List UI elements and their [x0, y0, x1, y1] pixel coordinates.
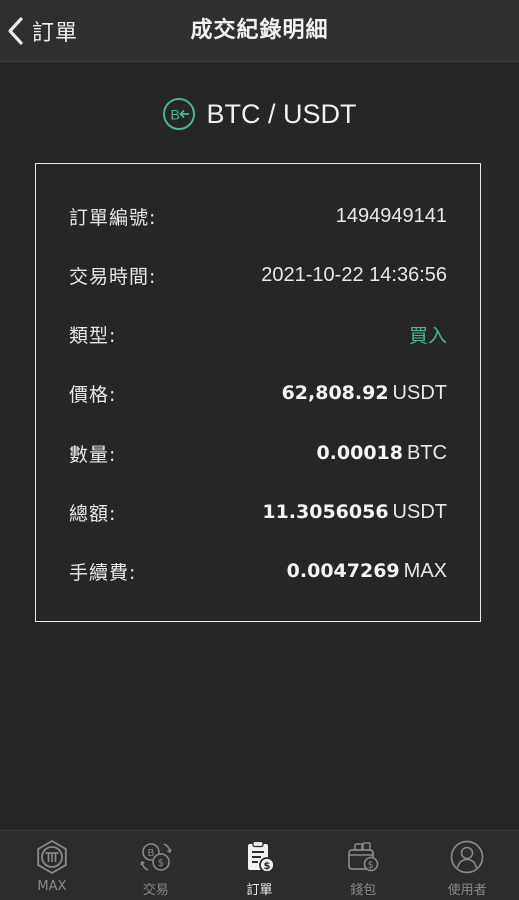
svg-text:B: B: [171, 107, 180, 123]
tab-label: 訂單: [246, 883, 273, 898]
chevron-left-icon: [8, 17, 23, 45]
price-value: 62,808.92 USDT: [282, 382, 447, 405]
bottom-tab-bar: MAX B $ 交易 $ 訂單 $ 錢包 使用者: [0, 830, 519, 900]
detail-row-type: 類型: 買入: [69, 319, 447, 349]
trade-detail-card: 訂單編號: 1494949141 交易時間: 2021-10-22 14:36:…: [35, 163, 481, 622]
price-label: 價格:: [69, 383, 117, 406]
detail-row-order-id: 訂單編號: 1494949141: [69, 201, 447, 231]
fee-unit: MAX: [403, 559, 447, 582]
trade-time-label: 交易時間:: [69, 265, 157, 288]
tab-label: 交易: [142, 883, 169, 898]
detail-row-trade-time: 交易時間: 2021-10-22 14:36:56: [69, 260, 447, 290]
fee-value: 0.0047269 MAX: [287, 560, 447, 583]
tab-trade[interactable]: B $ 交易: [104, 831, 208, 900]
back-button[interactable]: 訂單: [6, 12, 78, 50]
trading-pair: B BTC / USDT: [0, 94, 519, 134]
btc-coin-icon: B: [163, 98, 196, 130]
total-unit: USDT: [392, 500, 447, 523]
user-icon: [450, 840, 484, 874]
total-value: 11.3056056 USDT: [262, 501, 447, 524]
exchange-icon: B $: [139, 843, 172, 871]
fee-label: 手續費:: [69, 561, 137, 584]
price-amount: 62,808.92: [281, 381, 389, 404]
detail-row-quantity: 數量: 0.00018 BTC: [69, 438, 447, 468]
pair-label: BTC / USDT: [206, 98, 357, 129]
tab-label: 使用者: [447, 883, 487, 898]
quantity-amount: 0.00018: [316, 441, 403, 464]
svg-text:$: $: [368, 860, 374, 871]
svg-text:B: B: [147, 848, 154, 859]
fee-amount: 0.0047269: [286, 559, 400, 582]
quantity-value: 0.00018 BTC: [316, 442, 447, 465]
tab-user[interactable]: 使用者: [415, 831, 519, 900]
type-value: 買入: [408, 324, 447, 347]
back-label: 訂單: [32, 21, 79, 46]
quantity-unit: BTC: [407, 441, 447, 464]
order-id-value: 1494949141: [335, 204, 447, 227]
tab-max[interactable]: MAX: [0, 831, 104, 900]
tab-wallet[interactable]: $ 錢包: [311, 831, 415, 900]
svg-text:$: $: [264, 861, 271, 872]
total-amount: 11.3056056: [262, 500, 389, 523]
type-label: 類型:: [69, 324, 117, 347]
svg-text:$: $: [157, 858, 163, 869]
order-id-label: 訂單編號:: [69, 206, 157, 229]
orders-clipboard-icon: $: [248, 840, 276, 873]
detail-row-price: 價格: 62,808.92 USDT: [69, 378, 447, 408]
detail-row-fee: 手續費: 0.0047269 MAX: [69, 556, 447, 586]
total-label: 總額:: [69, 502, 117, 525]
price-unit: USDT: [392, 381, 447, 404]
tab-label: 錢包: [350, 883, 377, 898]
top-nav-bar: 訂單 成交紀錄明細: [0, 0, 519, 62]
tab-orders[interactable]: $ 訂單: [208, 831, 312, 900]
trade-time-value: 2021-10-22 14:36:56: [261, 263, 447, 286]
detail-row-total: 總額: 11.3056056 USDT: [69, 497, 447, 527]
quantity-label: 數量:: [69, 443, 117, 466]
max-logo-icon: [37, 839, 67, 875]
tab-label: MAX: [37, 879, 67, 894]
wallet-icon: $: [348, 842, 379, 872]
